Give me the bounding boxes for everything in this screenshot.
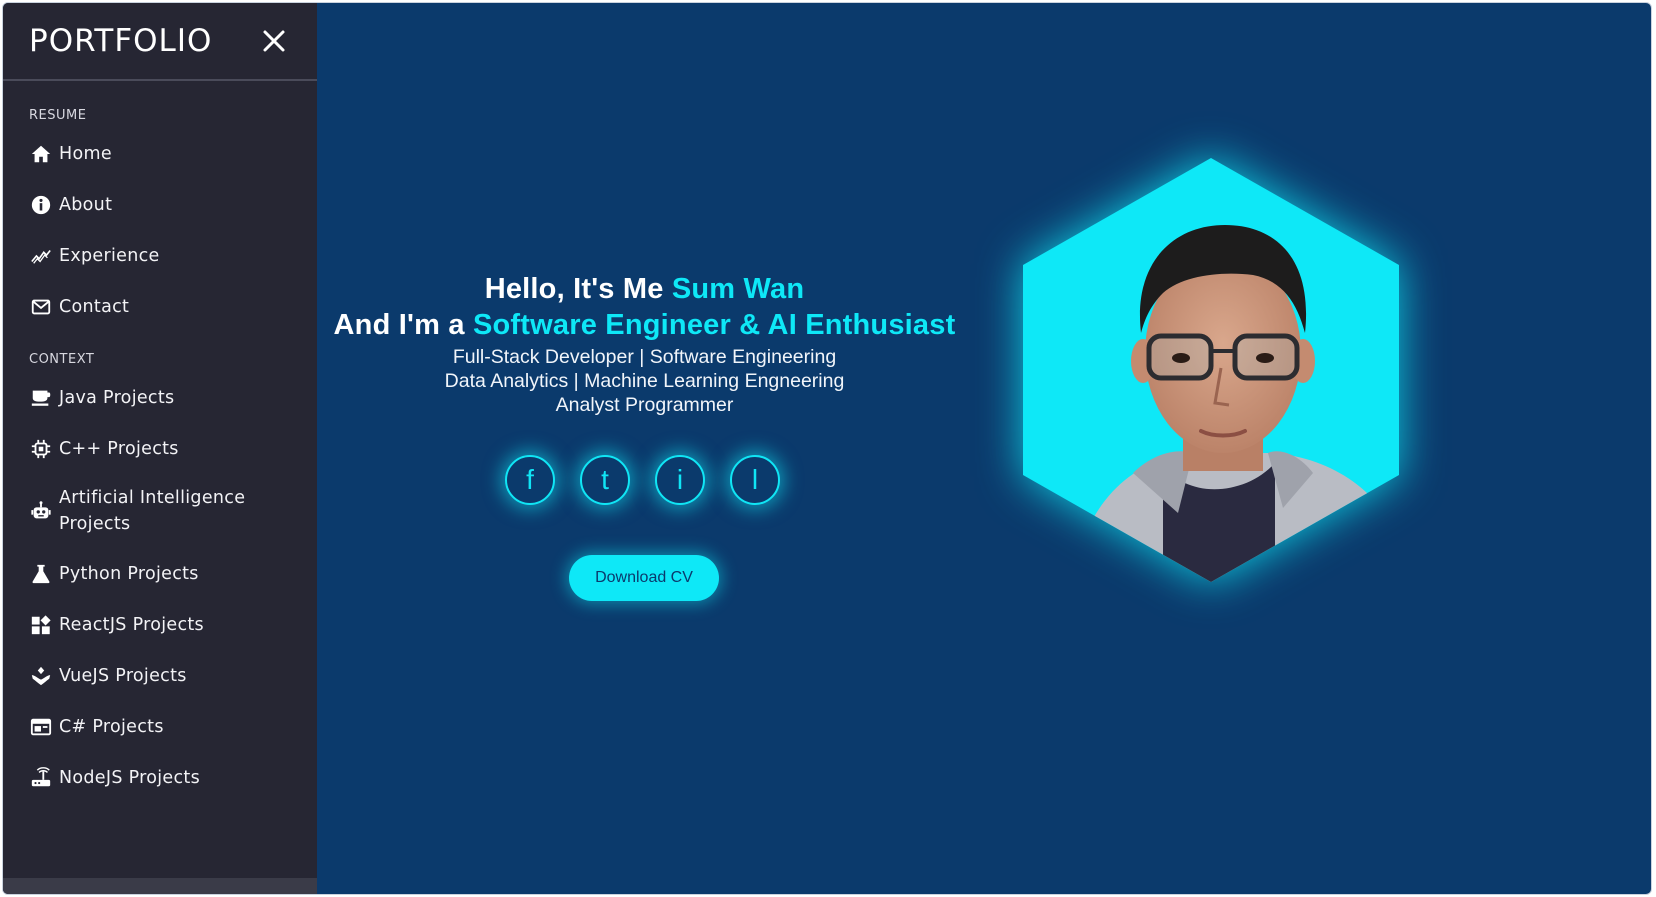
chip-icon <box>29 437 53 461</box>
sidebar-item-contact[interactable]: Contact <box>3 281 317 332</box>
app-window: PORTFOLIO RESUME Home About Experience C… <box>2 2 1652 895</box>
hero-text: Hello, It's Me Sum Wan And I'm a Softwar… <box>317 271 972 417</box>
trend-icon <box>29 244 53 268</box>
cup-icon <box>29 386 53 410</box>
sidebar-item-label: Python Projects <box>59 563 199 584</box>
profile-photo-hexagon <box>1013 153 1409 583</box>
info-icon <box>29 193 53 217</box>
robot-icon <box>29 499 53 523</box>
hero-greeting: Hello, It's Me Sum Wan <box>317 271 972 307</box>
sidebar-item-label: NodeJS Projects <box>59 767 200 788</box>
sidebar-item-csharp-projects[interactable]: C# Projects <box>3 701 317 752</box>
flask-icon <box>29 562 53 586</box>
sidebar-item-experience[interactable]: Experience <box>3 230 317 281</box>
hero-subtitle-3: Analyst Programmer <box>555 394 734 416</box>
sidebar-item-label: Java Projects <box>59 387 175 408</box>
home-icon <box>29 142 53 166</box>
sidebar-item-java-projects[interactable]: Java Projects <box>3 372 317 423</box>
role-prefix: And I'm a <box>333 309 473 341</box>
brand-title: PORTFOLIO <box>29 23 213 59</box>
widgets-icon <box>29 613 53 637</box>
hero-name: Sum Wan <box>671 273 805 305</box>
hero-role: And I'm a Software Engineer & AI Enthusi… <box>317 307 972 343</box>
sidebar-header: PORTFOLIO <box>3 3 317 81</box>
hero-subtitle-2: Data Analytics | Machine Learning Engnee… <box>444 370 845 392</box>
greeting-prefix: Hello, It's Me <box>484 273 672 305</box>
twitter-link[interactable]: t <box>580 455 630 505</box>
sidebar-footer <box>3 878 317 894</box>
window-icon <box>29 715 53 739</box>
sidebar-item-label: ReactJS Projects <box>59 614 204 635</box>
sidebar-item-python-projects[interactable]: Python Projects <box>3 548 317 599</box>
instagram-link[interactable]: i <box>655 455 705 505</box>
router-icon <box>29 766 53 790</box>
sidebar-item-label: Contact <box>59 296 130 317</box>
sidebar-item-nodejs-projects[interactable]: NodeJS Projects <box>3 752 317 803</box>
sidebar-item-reactjs-projects[interactable]: ReactJS Projects <box>3 599 317 650</box>
sidebar-item-label: C# Projects <box>59 716 164 737</box>
sidebar-item-label: Artificial Intelligence Projects <box>59 488 246 534</box>
sidebar-item-vuejs-projects[interactable]: VueJS Projects <box>3 650 317 701</box>
hands-icon <box>29 664 53 688</box>
mail-icon <box>29 295 53 319</box>
linkedin-link[interactable]: l <box>730 455 780 505</box>
profile-photo <box>1023 158 1399 582</box>
sidebar-item-label: About <box>59 194 113 215</box>
sidebar: PORTFOLIO RESUME Home About Experience C… <box>3 3 317 894</box>
sidebar-item-home[interactable]: Home <box>3 128 317 179</box>
sidebar-item-ai-projects[interactable]: Artificial Intelligence Projects <box>3 474 317 548</box>
social-links: f t i l <box>505 455 780 505</box>
sidebar-item-label: VueJS Projects <box>59 665 187 686</box>
sidebar-item-label: Experience <box>59 245 160 266</box>
nav-context: Java Projects C++ Projects Artificial In… <box>3 372 317 803</box>
sidebar-item-cpp-projects[interactable]: C++ Projects <box>3 423 317 474</box>
section-label-context: CONTEXT <box>29 352 95 367</box>
sidebar-item-about[interactable]: About <box>3 179 317 230</box>
nav-resume: Home About Experience Contact <box>3 128 317 332</box>
sidebar-item-label: C++ Projects <box>59 438 179 459</box>
download-cv-button[interactable]: Download CV <box>569 555 719 601</box>
section-label-resume: RESUME <box>29 108 87 123</box>
close-sidebar-button[interactable] <box>259 26 289 56</box>
sidebar-item-label: Home <box>59 143 112 164</box>
hero-role-title: Software Engineer & AI Enthusiast <box>472 309 956 341</box>
facebook-link[interactable]: f <box>505 455 555 505</box>
hero-subtitle-1: Full-Stack Developer | Software Engineer… <box>452 346 837 368</box>
close-icon <box>263 30 285 52</box>
